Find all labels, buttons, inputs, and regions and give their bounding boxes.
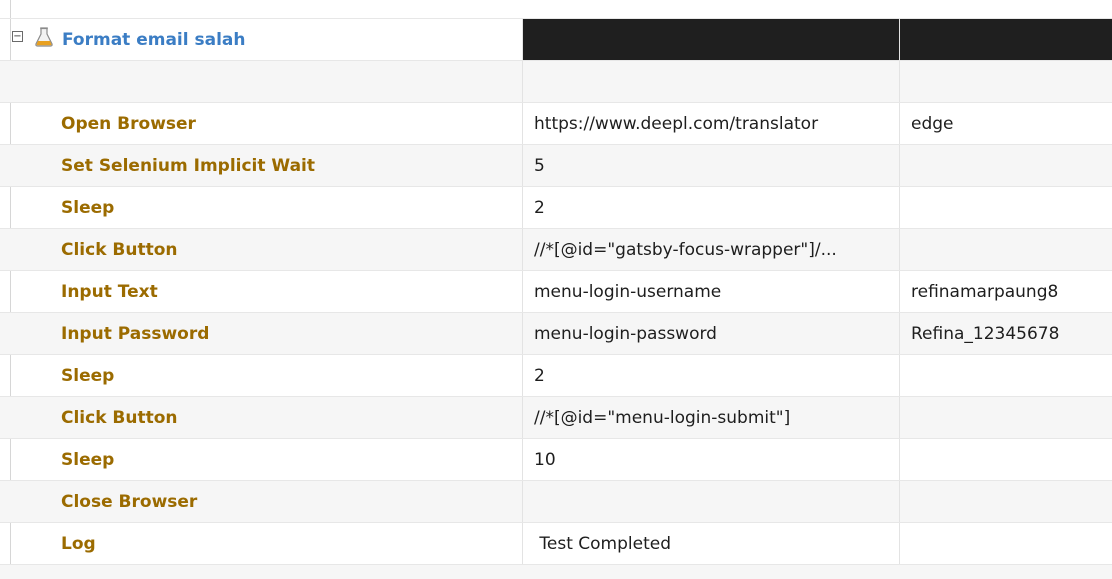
step-arg1[interactable] bbox=[522, 481, 899, 522]
step-keyword[interactable]: Close Browser bbox=[61, 492, 197, 512]
step-keyword[interactable]: Sleep bbox=[61, 450, 114, 470]
step-row[interactable]: Log Test Completed bbox=[0, 522, 1112, 564]
step-keyword[interactable]: Input Text bbox=[61, 282, 158, 302]
step-arg1[interactable]: https://www.deepl.com/translator bbox=[522, 103, 899, 144]
empty-cell-arg1[interactable] bbox=[522, 61, 899, 102]
step-row[interactable]: Sleep 10 bbox=[0, 438, 1112, 480]
step-arg2[interactable]: edge bbox=[899, 103, 1112, 144]
step-keyword[interactable]: Sleep bbox=[61, 366, 114, 386]
flask-icon bbox=[35, 27, 53, 47]
step-arg1[interactable]: 10 bbox=[522, 439, 899, 480]
step-arg1[interactable]: //*[@id="gatsby-focus-wrapper"]/... bbox=[522, 229, 899, 270]
testcase-row[interactable]: − Format email salah bbox=[0, 18, 1112, 60]
step-arg2[interactable] bbox=[899, 229, 1112, 270]
step-arg2[interactable] bbox=[899, 145, 1112, 186]
empty-row[interactable] bbox=[0, 564, 1112, 579]
step-keyword[interactable]: Sleep bbox=[61, 198, 114, 218]
step-arg2[interactable] bbox=[899, 355, 1112, 396]
step-row[interactable]: Click Button //*[@id="menu-login-submit"… bbox=[0, 396, 1112, 438]
testcase-arg-cell-1[interactable] bbox=[522, 19, 899, 60]
testcase-title[interactable]: Format email salah bbox=[62, 30, 246, 50]
step-row[interactable]: Input Password menu-login-password Refin… bbox=[0, 312, 1112, 354]
step-row[interactable]: Click Button //*[@id="gatsby-focus-wrapp… bbox=[0, 228, 1112, 270]
step-arg1[interactable]: //*[@id="menu-login-submit"] bbox=[522, 397, 899, 438]
testcase-arg-cell-2[interactable] bbox=[899, 19, 1112, 60]
step-keyword[interactable]: Input Password bbox=[61, 324, 209, 344]
step-row[interactable]: Set Selenium Implicit Wait 5 bbox=[0, 144, 1112, 186]
step-row[interactable]: Open Browser https://www.deepl.com/trans… bbox=[0, 102, 1112, 144]
step-keyword[interactable]: Set Selenium Implicit Wait bbox=[61, 156, 315, 176]
step-arg1[interactable]: Test Completed bbox=[522, 523, 899, 564]
collapse-icon[interactable]: − bbox=[12, 31, 23, 42]
step-arg1[interactable]: menu-login-password bbox=[522, 313, 899, 354]
step-arg1[interactable]: menu-login-username bbox=[522, 271, 899, 312]
step-arg2[interactable]: Refina_12345678 bbox=[899, 313, 1112, 354]
test-editor-grid: − Format email salah Open Browser https:… bbox=[0, 0, 1112, 579]
step-row[interactable]: Sleep 2 bbox=[0, 354, 1112, 396]
step-arg2[interactable] bbox=[899, 523, 1112, 564]
step-arg1[interactable]: 2 bbox=[522, 187, 899, 228]
step-arg2[interactable]: refinamarpaung8 bbox=[899, 271, 1112, 312]
step-arg2[interactable] bbox=[899, 187, 1112, 228]
step-arg2[interactable] bbox=[899, 439, 1112, 480]
step-row[interactable]: Input Text menu-login-username refinamar… bbox=[0, 270, 1112, 312]
step-row[interactable]: Close Browser bbox=[0, 480, 1112, 522]
empty-row[interactable] bbox=[0, 60, 1112, 102]
empty-cell-keyword[interactable] bbox=[10, 61, 522, 102]
step-arg2[interactable] bbox=[899, 397, 1112, 438]
step-keyword[interactable]: Click Button bbox=[61, 408, 178, 428]
step-arg2[interactable] bbox=[899, 481, 1112, 522]
step-keyword[interactable]: Open Browser bbox=[61, 114, 196, 134]
step-arg1[interactable]: 5 bbox=[522, 145, 899, 186]
step-keyword[interactable]: Click Button bbox=[61, 240, 178, 260]
step-keyword[interactable]: Log bbox=[61, 534, 96, 554]
step-arg1[interactable]: 2 bbox=[522, 355, 899, 396]
empty-cell-arg2[interactable] bbox=[899, 61, 1112, 102]
step-row[interactable]: Sleep 2 bbox=[0, 186, 1112, 228]
